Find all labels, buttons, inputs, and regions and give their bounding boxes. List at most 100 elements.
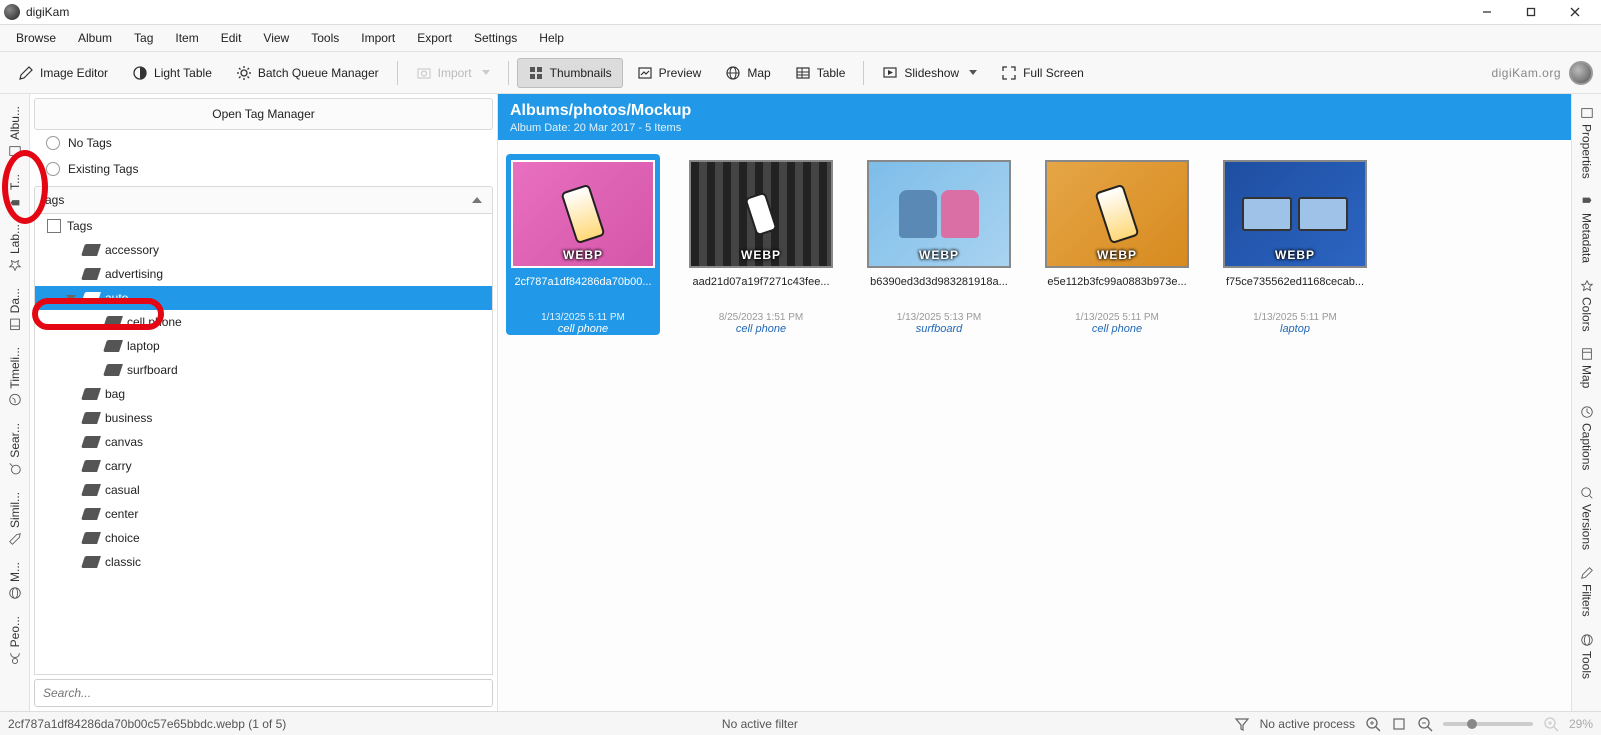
side-tab-label: Timeli... [8,347,22,389]
tag-item-carry[interactable]: carry [35,454,492,478]
tag-item-business[interactable]: business [35,406,492,430]
menu-album[interactable]: Album [68,27,122,49]
side-tab-colors[interactable]: Colors [1578,271,1596,340]
tag-item-auto[interactable]: auto [35,286,492,310]
toolbar-separator [863,61,864,85]
thumbnails-button[interactable]: Thumbnails [517,58,623,88]
import-button[interactable]: Import [406,59,500,87]
menu-edit[interactable]: Edit [211,27,252,49]
maximize-button[interactable] [1509,0,1553,25]
slideshow-label: Slideshow [904,66,959,80]
tag-label: casual [105,483,140,497]
tag-filter-field[interactable]: ags [34,186,493,214]
thumbnail-grid[interactable]: WEBP2cf787a1df84286da70b00...1/13/2025 5… [498,140,1571,349]
tag-item-surfboard[interactable]: surfboard [35,358,492,382]
menu-browse[interactable]: Browse [6,27,66,49]
zoom-in-icon[interactable] [1365,716,1381,732]
thumbnail-item[interactable]: WEBPe5e112b3fc99a0883b973e...1/13/2025 5… [1040,154,1194,335]
table-icon [795,65,811,81]
menu-tools[interactable]: Tools [301,27,349,49]
menu-import[interactable]: Import [351,27,405,49]
side-tab-icon [1580,566,1594,580]
side-tab-peo-[interactable]: Peo... [6,608,24,673]
tag-tree-root[interactable]: Tags [35,214,492,238]
side-tab-lab-[interactable]: Lab... [6,216,24,280]
menu-item[interactable]: Item [165,27,208,49]
tag-item-cell-phone[interactable]: cell phone [35,310,492,334]
toolbar: Image Editor Light Table Batch Queue Man… [0,52,1601,94]
slideshow-button[interactable]: Slideshow [872,59,987,87]
side-tab-tools[interactable]: Tools [1578,625,1596,687]
no-tags-radio[interactable]: No Tags [30,130,497,156]
table-button[interactable]: Table [785,59,856,87]
thumbnail-image: WEBP [689,160,833,268]
thumbnail-filename: aad21d07a19f7271c43fee... [691,276,831,288]
tag-item-casual[interactable]: casual [35,478,492,502]
close-button[interactable] [1553,0,1597,25]
tag-item-bag[interactable]: bag [35,382,492,406]
side-tab-icon [8,651,22,665]
full-screen-button[interactable]: Full Screen [991,59,1094,87]
side-tab-albu-[interactable]: Albu... [6,98,24,166]
menu-view[interactable]: View [253,27,299,49]
tag-label: cell phone [127,315,182,329]
tag-search-input[interactable] [34,679,493,707]
import-icon [416,65,432,81]
side-tab-sear-[interactable]: Sear... [6,415,24,484]
side-tab-label: Simil... [8,492,22,528]
format-badge: WEBP [741,248,781,262]
format-badge: WEBP [919,248,959,262]
tag-item-advertising[interactable]: advertising [35,262,492,286]
preview-button[interactable]: Preview [627,59,712,87]
side-tab-metadata[interactable]: Metadata [1578,187,1596,271]
zoom-out-icon[interactable] [1417,716,1433,732]
image-editor-button[interactable]: Image Editor [8,59,118,87]
side-tab-properties[interactable]: Properties [1578,98,1596,187]
menu-settings[interactable]: Settings [464,27,527,49]
tag-item-center[interactable]: center [35,502,492,526]
side-tab-versions[interactable]: Versions [1578,478,1596,558]
tag-filter-value: ags [45,193,64,207]
zoom-slider[interactable] [1443,722,1533,726]
open-tag-manager-button[interactable]: Open Tag Manager [34,98,493,130]
light-table-button[interactable]: Light Table [122,59,222,87]
side-tab-t-[interactable]: T... [6,166,24,216]
tag-item-classic[interactable]: classic [35,550,492,574]
thumbnail-item[interactable]: WEBPb6390ed3d3d983281918a...1/13/2025 5:… [862,154,1016,335]
map-button[interactable]: Map [715,59,780,87]
tag-item-accessory[interactable]: accessory [35,238,492,262]
existing-tags-radio[interactable]: Existing Tags [30,156,497,182]
brand-link[interactable]: digiKam.org [1491,61,1593,85]
side-tab-filters[interactable]: Filters [1578,558,1596,625]
tag-item-laptop[interactable]: laptop [35,334,492,358]
root-tag-icon [47,219,61,233]
minimize-button[interactable] [1465,0,1509,25]
side-tab-m-[interactable]: M... [6,554,24,608]
thumbnail-item[interactable]: WEBPf75ce735562ed1168cecab...1/13/2025 5… [1218,154,1372,335]
thumbnail-item[interactable]: WEBPaad21d07a19f7271c43fee...8/25/2023 1… [684,154,838,335]
zoom-fit-icon[interactable] [1391,716,1407,732]
side-tab-timeli-[interactable]: Timeli... [6,339,24,415]
side-tab-simil-[interactable]: Simil... [6,484,24,554]
tag-icon [103,364,123,376]
tag-label: accessory [105,243,159,257]
menu-help[interactable]: Help [529,27,574,49]
menu-export[interactable]: Export [407,27,462,49]
batch-queue-button[interactable]: Batch Queue Manager [226,59,389,87]
status-filter: No active filter [722,717,798,731]
statusbar: 2cf787a1df84286da70b00c57e65bbdc.webp (1… [0,711,1601,735]
chevron-down-icon[interactable] [65,292,77,304]
thumbnail-item[interactable]: WEBP2cf787a1df84286da70b00...1/13/2025 5… [506,154,660,335]
side-tab-map[interactable]: Map [1578,339,1596,396]
side-tab-label: Tools [1580,651,1594,679]
funnel-icon[interactable] [1234,716,1250,732]
side-tab-da-[interactable]: Da... [6,280,24,339]
side-tab-icon [8,317,22,331]
tag-tree[interactable]: Tags accessory advertisingauto cell phone l… [34,214,493,675]
zoom-plus-icon[interactable] [1543,716,1559,732]
tag-item-canvas[interactable]: canvas [35,430,492,454]
side-tab-captions[interactable]: Captions [1578,397,1596,478]
menu-tag[interactable]: Tag [124,27,163,49]
batch-queue-label: Batch Queue Manager [258,66,379,80]
tag-item-choice[interactable]: choice [35,526,492,550]
